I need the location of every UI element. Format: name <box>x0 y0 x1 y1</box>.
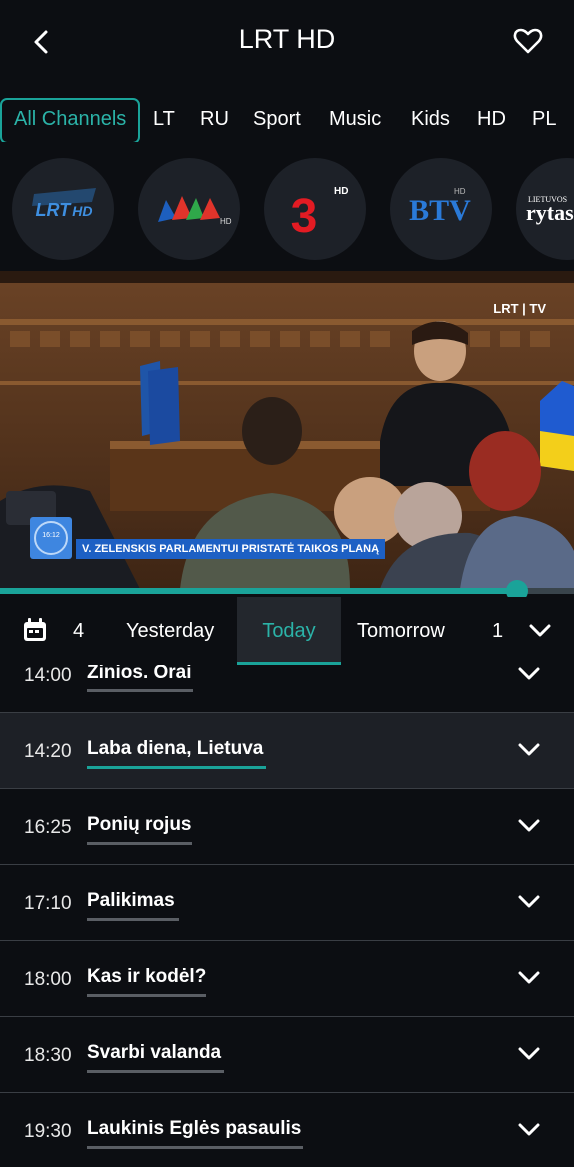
chevron-down-icon[interactable] <box>518 891 540 913</box>
program-underline <box>87 918 179 921</box>
channel-btv-hd[interactable]: BTV HD <box>390 158 492 260</box>
btv-hd-logo: BTV HD <box>409 187 471 227</box>
program-title: Svarbi valanda <box>87 1042 222 1063</box>
tab-kids[interactable]: Kids <box>411 98 450 140</box>
day-today-label: Today <box>262 620 316 642</box>
calendar-icon <box>24 618 46 641</box>
svg-text:rytas: rytas <box>526 200 574 225</box>
program-time: 16:25 <box>24 817 72 838</box>
svg-text:LRTHD: LRT HD <box>36 200 93 220</box>
lnk-hd-logo: HD <box>158 196 232 226</box>
program-underline <box>87 689 193 692</box>
program-underline <box>87 1146 303 1149</box>
program-underline <box>87 994 206 997</box>
channel-lrt-hd[interactable]: LRT HD <box>12 158 114 260</box>
channel-list: LRT HD HD 3 HD BTV HD LIETUVOS rytas <box>0 158 574 262</box>
calendar-button[interactable] <box>22 617 48 648</box>
chevron-down-icon[interactable] <box>518 1119 540 1141</box>
svg-text:HD: HD <box>220 217 232 226</box>
program-row-current[interactable]: 14:20 Laba diena, Lietuva <box>0 713 574 789</box>
playback-progress-bar[interactable] <box>0 580 574 602</box>
day-earlier-count[interactable]: 4 <box>73 597 84 665</box>
chevron-down-icon[interactable] <box>518 665 540 685</box>
tab-lt[interactable]: LT <box>153 98 175 140</box>
program-time: 14:20 <box>24 741 72 762</box>
day-yesterday[interactable]: Yesterday <box>126 597 214 665</box>
day-expand-button[interactable] <box>528 619 552 648</box>
channel-watermark: LRT | TV <box>493 301 546 316</box>
program-row[interactable]: 18:00 Kas ir kodėl? <box>0 941 574 1017</box>
day-selector: 4 Yesterday Today Tomorrow 1 <box>0 597 574 665</box>
day-later-count[interactable]: 1 <box>492 597 503 665</box>
program-time: 18:00 <box>24 969 72 990</box>
program-title: Laukinis Eglės pasaulis <box>87 1118 302 1139</box>
program-title: Žinios. Orai <box>87 665 192 683</box>
tab-music[interactable]: Music <box>329 98 381 140</box>
progress-fill <box>0 588 517 594</box>
svg-text:HD: HD <box>454 187 466 196</box>
program-time: 17:10 <box>24 893 72 914</box>
program-guide: 14:00 Žinios. Orai 14:20 Laba diena, Lie… <box>0 665 574 1167</box>
tab-hd[interactable]: HD <box>477 98 506 140</box>
heart-icon <box>513 28 543 54</box>
program-underline <box>87 842 192 845</box>
program-title: Laba diena, Lietuva <box>87 738 264 759</box>
day-tomorrow[interactable]: Tomorrow <box>357 597 445 665</box>
program-underline <box>87 1070 224 1073</box>
day-today[interactable]: Today <box>237 597 341 665</box>
program-row[interactable]: 16:25 Ponių rojus <box>0 789 574 865</box>
program-row[interactable]: 14:00 Žinios. Orai <box>0 665 574 713</box>
clock-time: 16:12 <box>42 532 60 539</box>
program-time: 14:00 <box>24 665 72 686</box>
tab-ru[interactable]: RU <box>200 98 229 140</box>
program-row[interactable]: 18:30 Svarbi valanda <box>0 1017 574 1093</box>
top-bar: LRT HD <box>0 0 574 86</box>
chevron-down-icon <box>529 624 551 637</box>
chevron-down-icon[interactable] <box>518 1043 540 1065</box>
lietuvos-rytas-logo: LIETUVOS rytas <box>526 195 574 225</box>
chevron-down-icon[interactable] <box>518 815 540 837</box>
svg-text:HD: HD <box>334 186 348 197</box>
program-row[interactable]: 17:10 Palikimas <box>0 865 574 941</box>
lrt-hd-logo: LRT HD <box>32 188 96 220</box>
program-row[interactable]: 19:30 Laukinis Eglės pasaulis <box>0 1093 574 1167</box>
program-time: 18:30 <box>24 1045 72 1066</box>
video-player[interactable]: LRT | TV 16:12 V. ZELENSKIS PARLAMENTUI … <box>0 271 574 589</box>
program-time: 19:30 <box>24 1121 72 1142</box>
svg-text:BTV: BTV <box>409 194 471 227</box>
svg-text:3: 3 <box>291 190 318 243</box>
tab-sport[interactable]: Sport <box>253 98 301 140</box>
program-title: Kas ir kodėl? <box>87 966 207 987</box>
chevron-down-icon[interactable] <box>518 739 540 761</box>
program-underline <box>87 766 266 769</box>
chevron-down-icon[interactable] <box>518 967 540 989</box>
tv3-hd-logo: 3 HD <box>291 186 349 243</box>
program-title: Palikimas <box>87 890 175 911</box>
category-tabs: All Channels LT RU Sport Music Kids HD P… <box>0 98 574 142</box>
channel-lietuvos-rytas-hd[interactable]: LIETUVOS rytas <box>516 158 574 260</box>
news-caption: V. ZELENSKIS PARLAMENTUI PRISTATĖ TAIKOS… <box>76 539 386 559</box>
broadcast-clock: 16:12 <box>30 517 72 559</box>
favorite-button[interactable] <box>512 25 544 57</box>
tab-all-channels[interactable]: All Channels <box>0 98 141 142</box>
page-title: LRT HD <box>238 24 336 54</box>
program-title: Ponių rojus <box>87 814 192 835</box>
tab-pl[interactable]: PL <box>532 98 556 140</box>
channel-tv3-hd[interactable]: 3 HD <box>264 158 366 260</box>
channel-lnk-hd[interactable]: HD <box>138 158 240 260</box>
